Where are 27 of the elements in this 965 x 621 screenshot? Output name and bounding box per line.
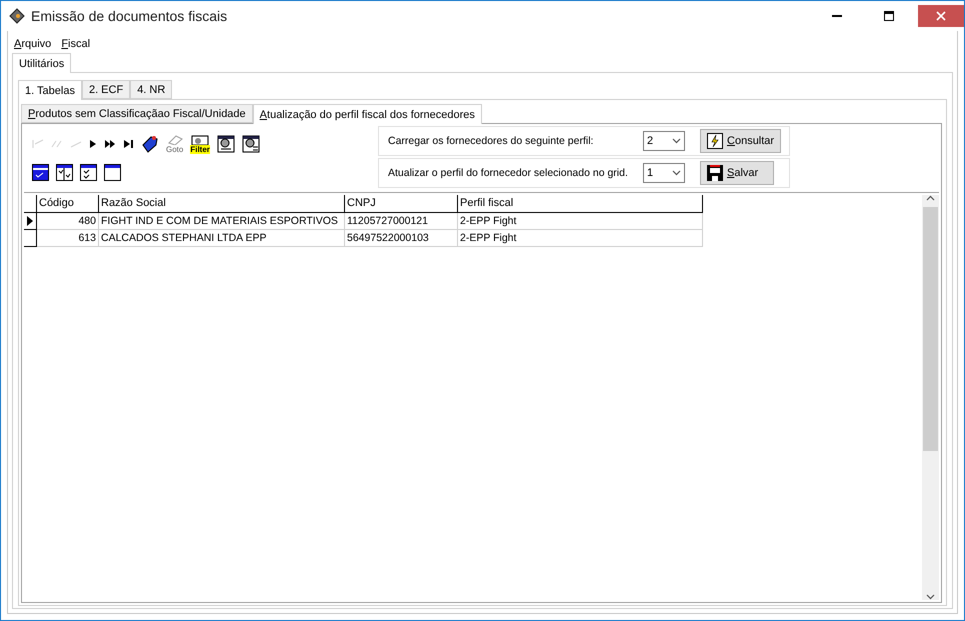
table-cell: 56497522000103: [345, 230, 458, 247]
salvar-button[interactable]: Salvar: [700, 161, 774, 185]
consultar-button[interactable]: Consultar: [700, 129, 782, 153]
column-header[interactable]: Razão Social: [99, 195, 345, 213]
tab[interactable]: Atualização do perfil fiscal dos fornecedores: [252, 104, 482, 124]
menu-item[interactable]: Fiscal: [61, 38, 90, 50]
profile-dropdown[interactable]: 2: [643, 131, 685, 151]
profile-dropdown[interactable]: 1: [643, 163, 685, 183]
menu-item[interactable]: Arquivo: [14, 38, 52, 50]
column-header[interactable]: Perfil fiscal: [458, 195, 703, 213]
window-title: Emissão de documentos fiscais: [31, 8, 228, 24]
tab[interactable]: Produtos sem Classificaçãao Fiscal/Unidade: [21, 104, 253, 123]
table-cell: FIGHT IND E COM DE MATERIAIS ESPORTIVOS: [99, 213, 345, 230]
tab[interactable]: Utilitários: [12, 53, 72, 73]
tab[interactable]: 2. ECF: [82, 80, 130, 99]
column-header[interactable]: Código: [37, 195, 99, 213]
table-cell: 2-EPP Fight: [458, 213, 703, 230]
field-label: Carregar os fornecedores do seguinte perfil:: [388, 135, 594, 147]
table-cell: 613: [37, 230, 99, 247]
tab[interactable]: 4. NR: [130, 80, 172, 99]
column-header[interactable]: CNPJ: [345, 195, 458, 213]
tab[interactable]: 1. Tabelas: [18, 80, 82, 100]
table-cell: 480: [37, 213, 99, 230]
field-label: Atualizar o perfil do fornecedor selecionado no grid.: [388, 167, 629, 179]
table-cell: 11205727000121: [345, 213, 458, 230]
table-cell: 2-EPP Fight: [458, 230, 703, 247]
table-cell: CALCADOS STEPHANI LTDA EPP: [99, 230, 345, 247]
